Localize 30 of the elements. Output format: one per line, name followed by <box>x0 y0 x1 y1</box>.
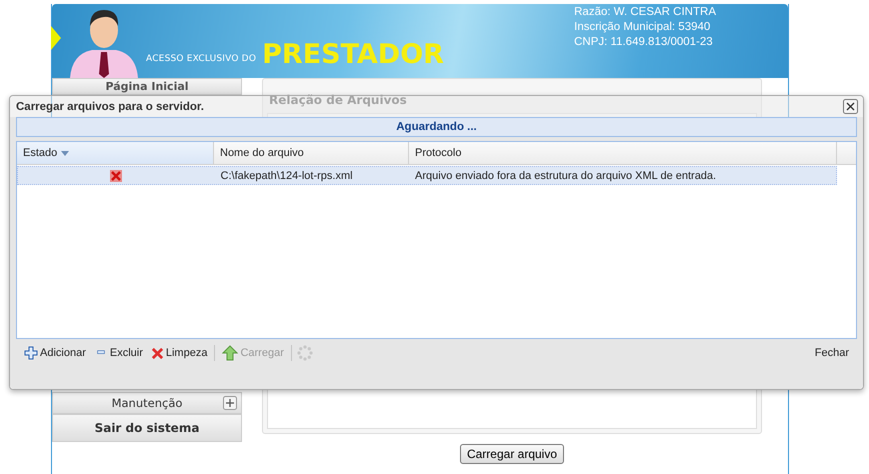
remove-button[interactable]: Excluir <box>92 347 145 359</box>
column-header[interactable]: Estado <box>17 142 214 164</box>
sidebar-item[interactable]: Manutenção <box>52 392 242 414</box>
cross-icon <box>150 346 164 360</box>
add-button[interactable]: Adicionar <box>22 346 88 360</box>
triangle-icon <box>51 26 61 50</box>
header-title: PRESTADOR <box>262 39 444 70</box>
sidebar-item[interactable]: Página Inicial <box>52 78 242 95</box>
loading-spinner-icon <box>296 345 313 361</box>
close-icon[interactable] <box>843 99 858 114</box>
status-bar: Aguardando ... <box>16 117 857 137</box>
column-header[interactable]: Nome do arquivo <box>214 142 409 164</box>
dialog-title: Carregar arquivos para o servidor. <box>16 100 204 112</box>
expand-icon[interactable] <box>223 396 237 410</box>
up-arrow-icon <box>222 345 238 361</box>
header-tagline: ACESSO EXCLUSIVO DO <box>146 54 256 64</box>
plus-icon <box>24 346 38 360</box>
upload-file-button[interactable]: Carregar arquivo <box>460 444 564 464</box>
logout-menu-item[interactable]: Sair do sistema <box>52 414 242 442</box>
sort-down-icon <box>61 150 70 156</box>
table-cell-text: Arquivo enviado fora da estrutura do arquivo XML de entrada. <box>414 168 718 184</box>
table-cell-text: C:\fakepath\124-lot-rps.xml <box>220 168 354 184</box>
provider-info: Razão: W. CESAR CINTRA <box>574 5 716 20</box>
provider-info: Inscrição Municipal: 53940 <box>574 20 712 35</box>
column-header[interactable]: Protocolo <box>409 142 837 164</box>
close-button[interactable]: Fechar <box>812 347 851 359</box>
panel-title: Relação de Arquivos <box>268 92 408 109</box>
clear-button[interactable]: Limpeza <box>148 346 210 360</box>
file-row[interactable]: C:\fakepath\124-lot-rps.xml Arquivo enviado fora da estrutura do arquivo XML de entrada. <box>17 166 837 185</box>
provider-info: CNPJ: 11.649.813/0001-23 <box>574 35 714 50</box>
